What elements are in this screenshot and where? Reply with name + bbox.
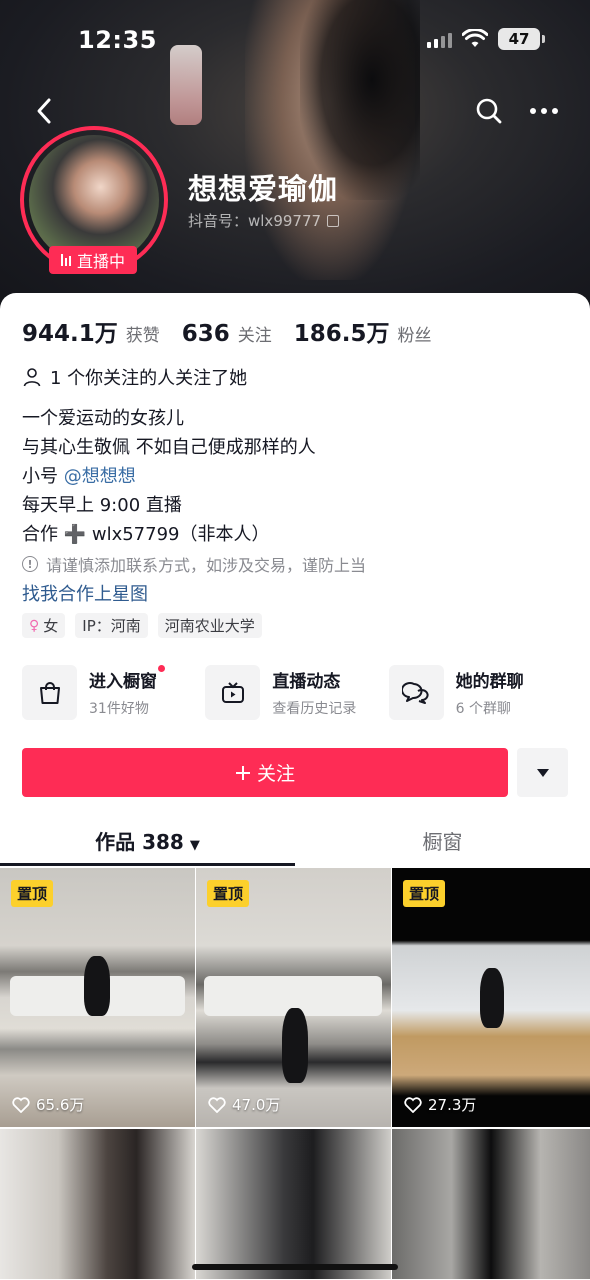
status-icons: 47 xyxy=(427,28,545,50)
bio-line: 一个爱运动的女孩儿 xyxy=(22,408,184,429)
bio-line: 每天早上 9:00 直播 xyxy=(22,495,182,516)
heart-icon xyxy=(404,1096,422,1113)
profile-nickname: 想想爱瑜伽 xyxy=(188,172,339,206)
heart-icon xyxy=(12,1096,30,1113)
follow-button[interactable]: 关注 xyxy=(22,748,508,797)
tab-works-label: 作品 388 xyxy=(95,830,184,854)
pinned-badge: 置顶 xyxy=(207,880,250,907)
like-count: 27.3万 xyxy=(404,1094,476,1115)
starmap-link[interactable]: 找我合作上星图 xyxy=(22,580,148,606)
video-thumbnail[interactable] xyxy=(196,1129,391,1279)
contact-warning: ! 请谨慎添加联系方式，如涉及交易，谨防上当 xyxy=(22,552,366,576)
video-grid: 置顶 65.6万 置顶 47.0万 置顶 27.3万 xyxy=(0,868,590,1279)
group-chat-entry[interactable]: 她的群聊 6 个群聊 xyxy=(388,665,572,720)
mutual-follow-text: 1 个你关注的人关注了她 xyxy=(50,368,248,389)
pinned-badge: 置顶 xyxy=(403,880,446,907)
video-thumbnail[interactable]: 置顶 65.6万 xyxy=(0,868,195,1127)
follow-button-label: 关注 xyxy=(256,763,295,785)
followers-count[interactable]: 186.5万 xyxy=(294,314,390,348)
group-chat-title: 她的群聊 xyxy=(455,672,524,692)
live-badge[interactable]: 直播中 xyxy=(49,246,137,274)
content-tabs: 作品 388 ▼ 橱窗 xyxy=(0,820,590,866)
shopping-bag-icon xyxy=(22,665,77,720)
group-chat-subtitle: 6 个群聊 xyxy=(455,701,512,717)
figure-shape xyxy=(84,956,110,1016)
bio-line: 合作 ➕ wlx57799（非本人） xyxy=(22,524,270,545)
ip-tag: IP：河南 xyxy=(75,613,148,638)
mutual-follow[interactable]: 1 个你关注的人关注了她 xyxy=(22,364,247,390)
tab-underline xyxy=(0,863,295,866)
video-thumbnail[interactable]: 置顶 27.3万 xyxy=(392,868,590,1127)
shop-window-title: 进入橱窗 xyxy=(89,665,165,692)
live-history-subtitle: 查看历史记录 xyxy=(272,701,357,717)
status-bar: 12:35 47 xyxy=(0,22,590,62)
bio-line: 小号 @想想想 xyxy=(22,462,316,491)
following-label[interactable]: 关注 xyxy=(238,321,272,346)
tv-icon xyxy=(205,665,261,720)
more-options-icon[interactable] xyxy=(530,96,564,126)
notification-dot xyxy=(158,665,165,672)
pinned-badge: 置顶 xyxy=(11,880,54,907)
profile-stats: 944.1万 获赞 636 关注 186.5万 粉丝 xyxy=(22,314,454,348)
live-history-entry[interactable]: 直播动态 查看历史记录 xyxy=(205,665,388,720)
live-bars-icon xyxy=(60,254,71,266)
home-indicator xyxy=(192,1264,398,1270)
bio-mention-link[interactable]: @想想想 xyxy=(64,466,136,487)
video-thumbnail[interactable] xyxy=(392,1129,590,1279)
tab-shop-window[interactable]: 橱窗 xyxy=(295,826,590,855)
gender-tag-label: 女 xyxy=(43,617,59,635)
heart-icon xyxy=(208,1096,226,1113)
back-icon[interactable] xyxy=(30,96,60,126)
bio-prefix: 小号 xyxy=(22,466,64,487)
video-thumbnail[interactable] xyxy=(0,1129,195,1279)
search-icon[interactable] xyxy=(474,96,504,126)
school-tag[interactable]: 河南农业大学 xyxy=(157,613,262,638)
figure-shape xyxy=(480,968,504,1028)
caret-down-icon: ▼ xyxy=(189,838,200,853)
douyin-id-text: 抖音号：wlx99777 xyxy=(188,212,322,230)
shop-window-subtitle: 31件好物 xyxy=(89,701,149,717)
video-thumbnail[interactable]: 置顶 47.0万 xyxy=(196,868,391,1127)
tab-works[interactable]: 作品 388 ▼ xyxy=(0,826,295,855)
signal-icon xyxy=(427,30,452,48)
status-time: 12:35 xyxy=(78,26,157,54)
likes-count: 944.1万 xyxy=(22,321,118,347)
like-count: 47.0万 xyxy=(208,1094,280,1115)
female-icon: ♀ xyxy=(29,617,40,634)
profile-bio: 一个爱运动的女孩儿 与其心生敬佩 不如自己便成那样的人 小号 @想想想 每天早上… xyxy=(22,404,316,549)
live-badge-label: 直播中 xyxy=(76,252,125,271)
battery-icon: 47 xyxy=(498,28,545,50)
live-history-title: 直播动态 xyxy=(272,672,341,692)
douyin-id[interactable]: 抖音号：wlx99777 xyxy=(188,210,340,231)
shop-window-entry[interactable]: 进入橱窗 31件好物 xyxy=(22,665,205,720)
following-count[interactable]: 636 xyxy=(182,321,230,347)
gender-tag: ♀ 女 xyxy=(22,613,66,638)
like-count: 65.6万 xyxy=(12,1094,84,1115)
chat-bubbles-icon xyxy=(388,665,444,720)
copy-icon[interactable] xyxy=(327,214,340,227)
warning-icon: ! xyxy=(22,556,38,572)
wifi-icon xyxy=(462,29,488,47)
warning-text: 请谨慎添加联系方式，如涉及交易，谨防上当 xyxy=(46,556,367,575)
figure-shape xyxy=(282,1008,308,1083)
profile-tags: ♀ 女 IP：河南 河南农业大学 xyxy=(22,613,262,638)
triangle-down-icon xyxy=(536,768,549,777)
follow-dropdown-button[interactable] xyxy=(517,748,568,797)
plus-icon xyxy=(235,765,250,780)
followers-label[interactable]: 粉丝 xyxy=(398,321,432,346)
feature-entries: 进入橱窗 31件好物 直播动态 查看历史记录 她的群聊 6 个群聊 xyxy=(22,665,572,720)
person-icon xyxy=(23,368,41,387)
bio-line: 与其心生敬佩 不如自己便成那样的人 xyxy=(22,437,316,458)
likes-label: 获赞 xyxy=(125,326,160,346)
